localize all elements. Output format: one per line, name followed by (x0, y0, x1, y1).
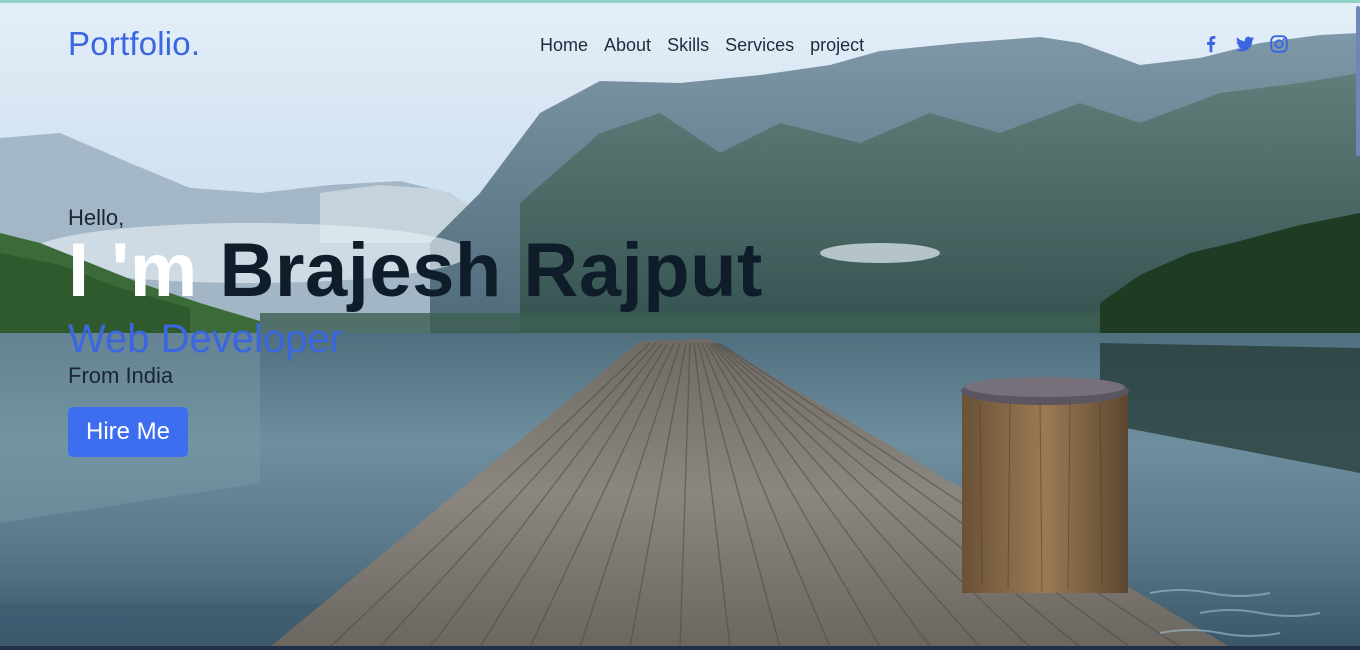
hero-section: Hello, I 'm Brajesh Rajput Web Developer… (68, 200, 763, 457)
hero-name-prefix: I 'm (68, 228, 198, 313)
navbar: Portfolio. Home About Skills Services pr… (0, 3, 1360, 83)
hero-location: From India (68, 363, 174, 388)
hire-me-button[interactable]: Hire Me (68, 407, 189, 457)
nav-link-services[interactable]: Services (725, 35, 794, 56)
nav-link-skills[interactable]: Skills (667, 35, 709, 56)
instagram-icon[interactable] (1268, 33, 1290, 55)
nav-link-project[interactable]: project (810, 35, 864, 56)
social-links (1200, 33, 1290, 55)
bottom-border (0, 646, 1360, 650)
nav-link-home[interactable]: Home (540, 35, 588, 56)
nav-link-about[interactable]: About (604, 35, 651, 56)
nav-links: Home About Skills Services project (540, 35, 864, 56)
twitter-icon[interactable] (1234, 33, 1256, 55)
hero-name: Brajesh Rajput (219, 228, 763, 313)
logo[interactable]: Portfolio. (68, 25, 200, 63)
facebook-icon[interactable] (1200, 33, 1222, 55)
hero-role: Web Developer (68, 317, 343, 361)
hero-heading: I 'm Brajesh Rajput (68, 231, 763, 311)
